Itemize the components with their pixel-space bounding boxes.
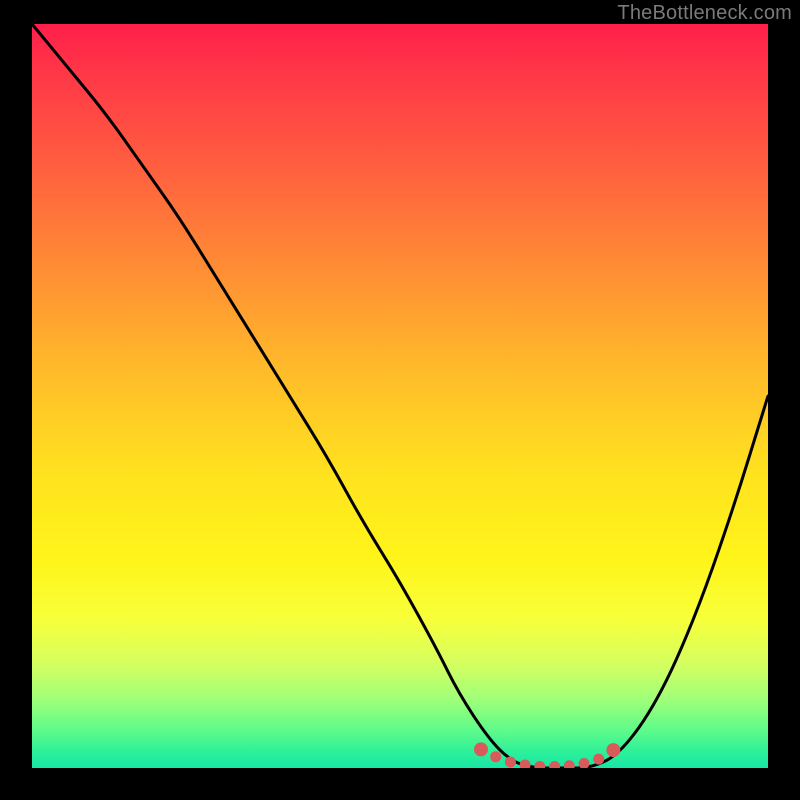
marker-dot (606, 743, 620, 757)
marker-dot (490, 751, 501, 762)
marker-dot (520, 760, 531, 769)
marker-dot (579, 758, 590, 768)
marker-dot (534, 761, 545, 768)
bottleneck-curve-path (32, 24, 768, 768)
marker-dot (593, 754, 604, 765)
chart-frame: TheBottleneck.com (0, 0, 800, 800)
marker-dot (564, 760, 575, 768)
watermark-text: TheBottleneck.com (617, 2, 792, 25)
marker-dot (549, 761, 560, 768)
marker-dot (474, 742, 488, 756)
marker-dot (505, 757, 516, 768)
curve-svg (32, 24, 768, 768)
plot-area (32, 24, 768, 768)
